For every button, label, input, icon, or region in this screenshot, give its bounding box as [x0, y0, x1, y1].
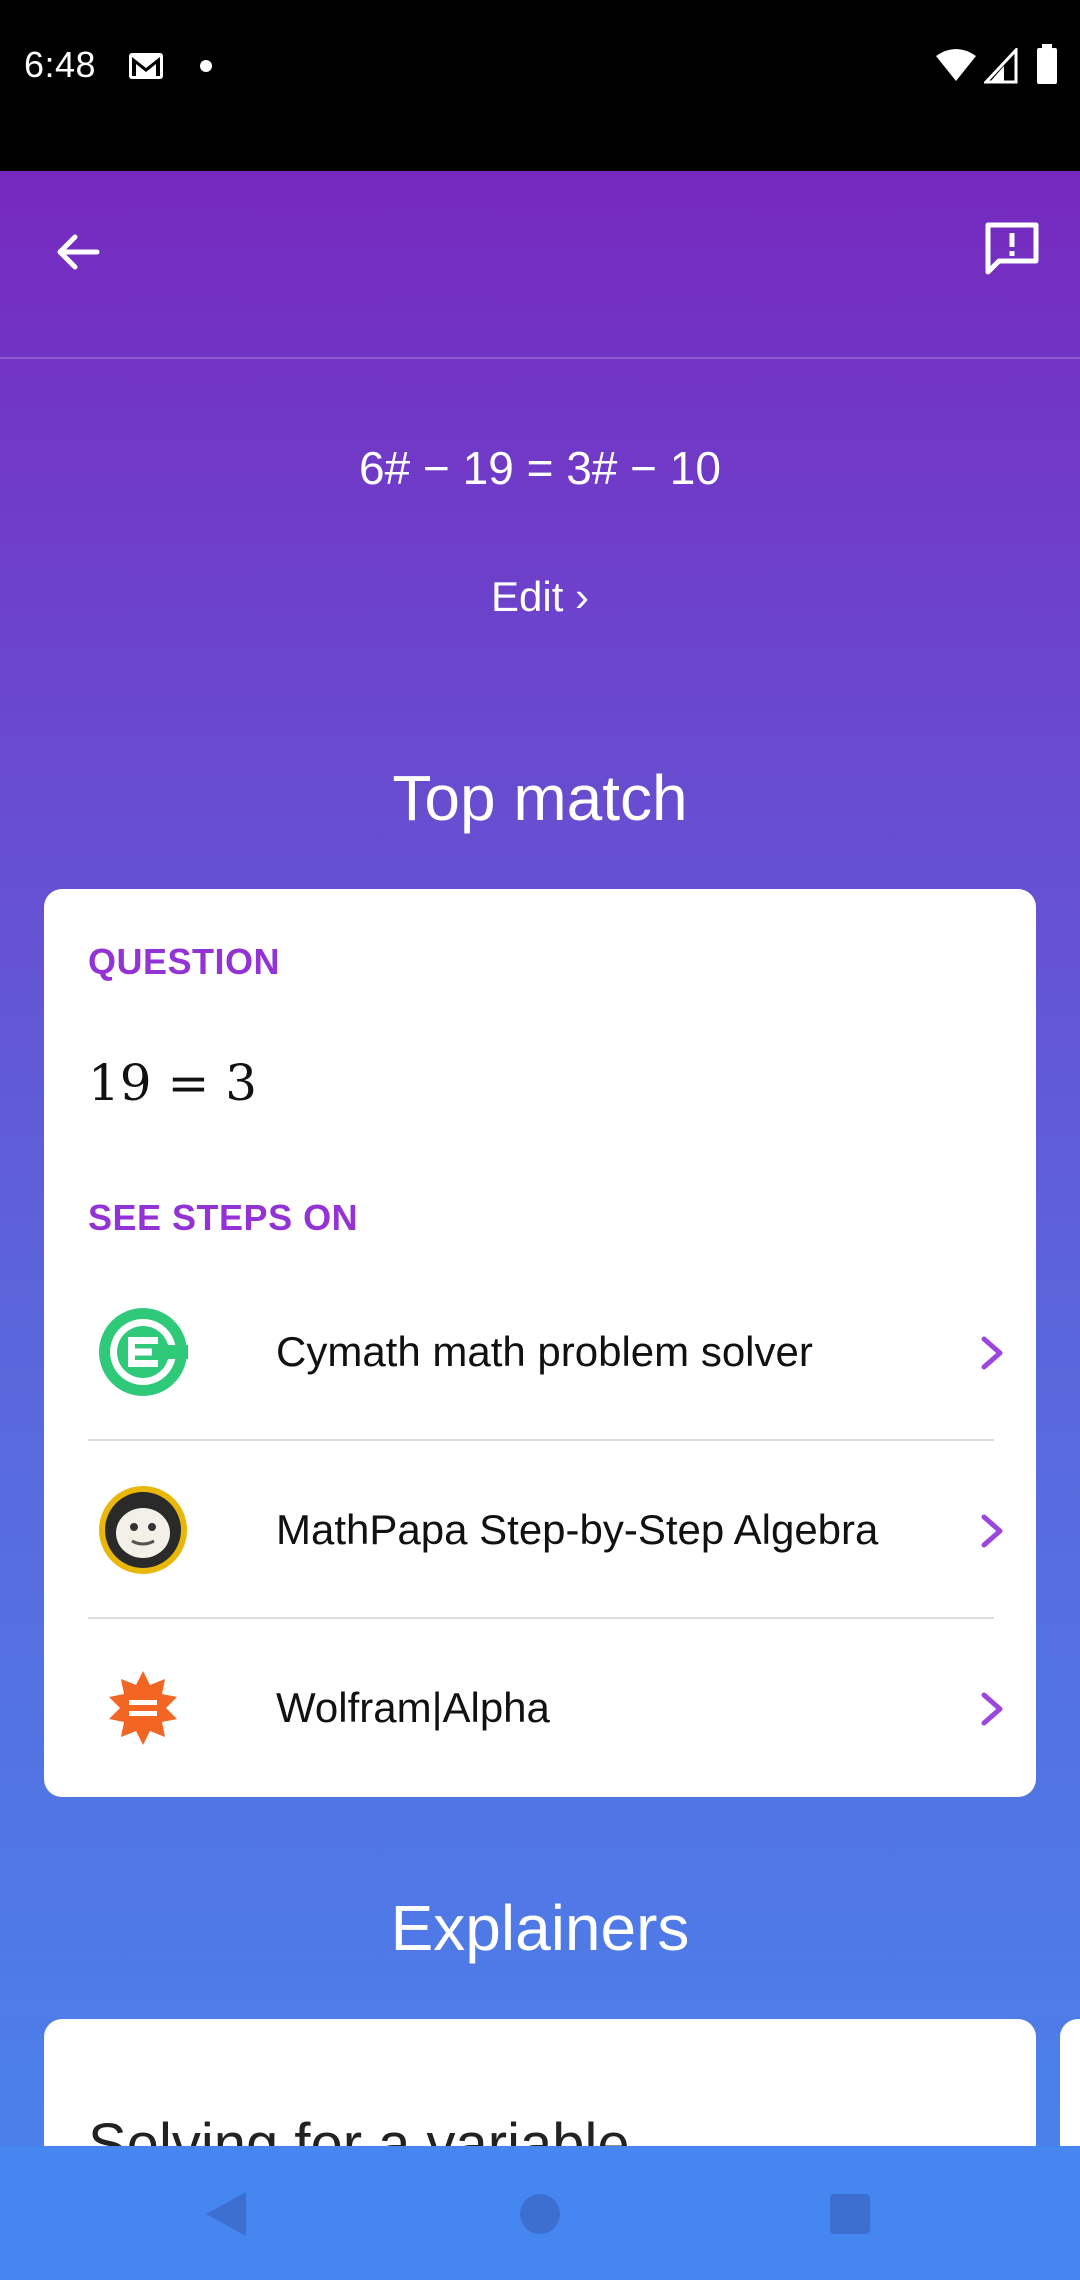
gmail-icon [129, 53, 163, 79]
wifi-icon [936, 49, 976, 81]
nav-back-icon[interactable] [204, 2190, 248, 2238]
top-match-title: Top match [392, 762, 688, 834]
step-provider-wolfram[interactable]: Wolfram|Alpha [88, 1619, 1003, 1797]
notification-dot-icon [200, 60, 212, 72]
chevron-right-icon [981, 1336, 1003, 1370]
system-nav-bar [0, 2146, 1080, 2280]
top-match-card: QUESTION 19 = 3 SEE STEPS ON Cymath math… [44, 889, 1036, 1797]
signal-icon [984, 48, 1018, 84]
arrow-left-icon [57, 234, 100, 270]
feedback-button[interactable] [980, 217, 1044, 281]
question-label: QUESTION [88, 941, 281, 982]
explainer-card[interactable]: Solving for a variable [44, 2019, 1036, 2146]
nav-home-icon[interactable] [520, 2194, 560, 2234]
feedback-icon [985, 222, 1039, 275]
back-button[interactable] [46, 221, 108, 283]
step-provider-label: MathPapa Step-by-Step Algebra [276, 1506, 879, 1553]
explainers-title: Explainers [390, 1892, 690, 1964]
step-provider-label: Cymath math problem solver [276, 1328, 813, 1375]
explainer-card-title: Solving for a variable [88, 2112, 630, 2146]
step-provider-mathpapa[interactable]: MathPapa Step-by-Step Algebra [88, 1441, 1003, 1619]
step-provider-label: Wolfram|Alpha [276, 1684, 550, 1731]
edit-button[interactable]: Edit › [440, 573, 640, 621]
question-math: 19 = 3 [88, 1054, 258, 1112]
cymath-logo-icon [99, 1308, 188, 1396]
status-bar: 6:48 [0, 0, 1080, 171]
app-content: 6# − 19 = 3# − 10 Edit › Top match QUEST… [0, 171, 1080, 2146]
wolfram-logo-icon [109, 1671, 177, 1745]
battery-icon [1037, 44, 1057, 84]
explainer-card-next[interactable] [1060, 2019, 1080, 2146]
mathpapa-logo-icon [99, 1486, 187, 1574]
step-provider-cymath[interactable]: Cymath math problem solver [88, 1263, 1003, 1441]
query-equation: 6# − 19 = 3# − 10 [359, 442, 721, 494]
status-time: 6:48 [24, 44, 97, 85]
see-steps-label: SEE STEPS ON [88, 1197, 359, 1238]
top-app-bar [0, 171, 1080, 359]
nav-recents-icon[interactable] [830, 2194, 870, 2234]
chevron-right-icon [981, 1692, 1003, 1726]
chevron-right-icon [981, 1514, 1003, 1548]
